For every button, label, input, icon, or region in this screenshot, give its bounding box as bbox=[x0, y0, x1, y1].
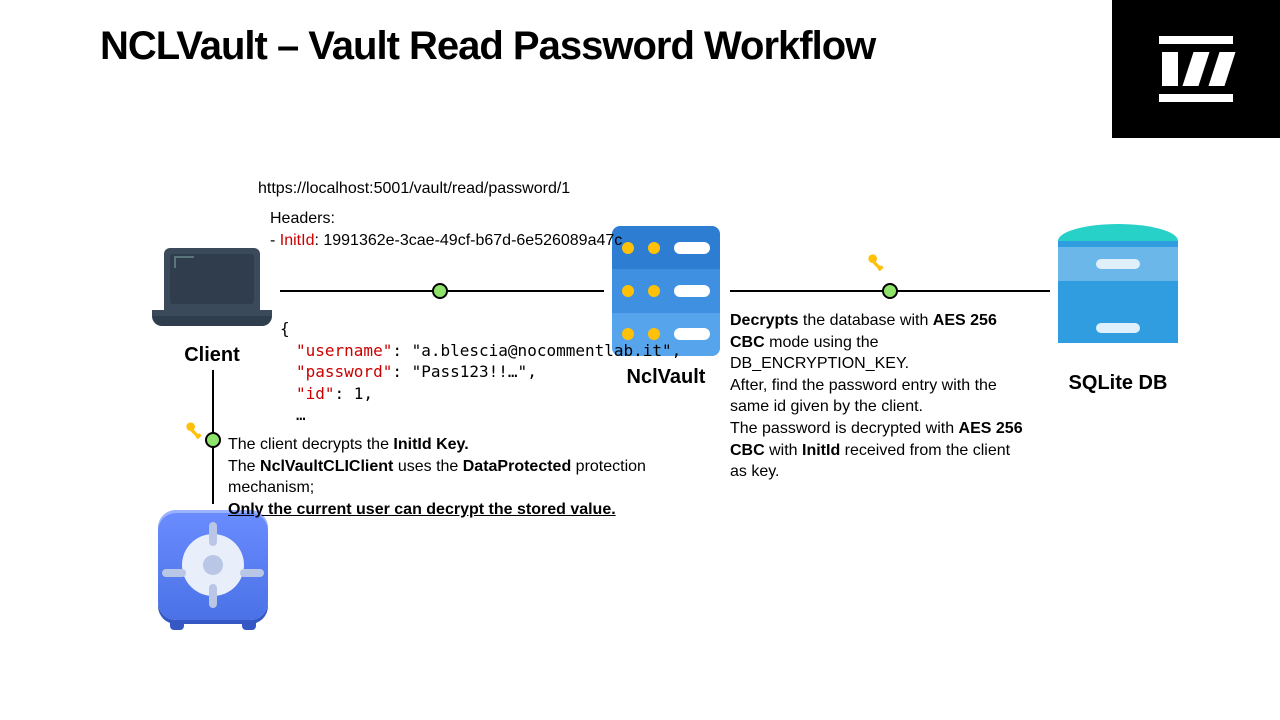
dot-icon bbox=[882, 283, 898, 299]
keys-icon bbox=[182, 418, 208, 444]
dot-icon bbox=[432, 283, 448, 299]
database-label: SQLite DB bbox=[1046, 372, 1190, 395]
header-value: 1991362e-3cae-49cf-b67d-6e526089a47c bbox=[323, 232, 622, 249]
header-line: - InitId: 1991362e-3cae-49cf-b67d-6e5260… bbox=[270, 230, 622, 252]
json-line: "username": "a.blescia@nocommentlab.it", bbox=[280, 340, 681, 362]
client-description: The client decrypts the InitId Key. The … bbox=[228, 434, 728, 520]
diagram: NCLVault – Vault Read Password Workflow … bbox=[0, 0, 1280, 720]
header-name: InitId bbox=[280, 232, 315, 249]
client-icon bbox=[152, 248, 272, 332]
keys-icon bbox=[864, 250, 890, 276]
headers-label: Headers: bbox=[270, 208, 622, 230]
response-json: { "username": "a.blescia@nocommentlab.it… bbox=[280, 318, 681, 426]
json-line: "id": 1, bbox=[280, 383, 681, 405]
request-headers: Headers: - InitId: 1991362e-3cae-49cf-b6… bbox=[270, 208, 622, 251]
vault-safe-icon bbox=[158, 510, 268, 620]
client-label: Client bbox=[152, 344, 272, 367]
brand-logo bbox=[1112, 0, 1280, 138]
database-icon bbox=[1058, 224, 1178, 360]
json-line: "password": "Pass123!!…", bbox=[280, 361, 681, 383]
page-title: NCLVault – Vault Read Password Workflow bbox=[100, 24, 875, 69]
json-open: { bbox=[280, 318, 681, 340]
json-ellipsis: … bbox=[280, 404, 681, 426]
server-description: Decrypts the database with AES 256 CBC m… bbox=[730, 310, 1026, 483]
request-url: https://localhost:5001/vault/read/passwo… bbox=[258, 178, 570, 200]
